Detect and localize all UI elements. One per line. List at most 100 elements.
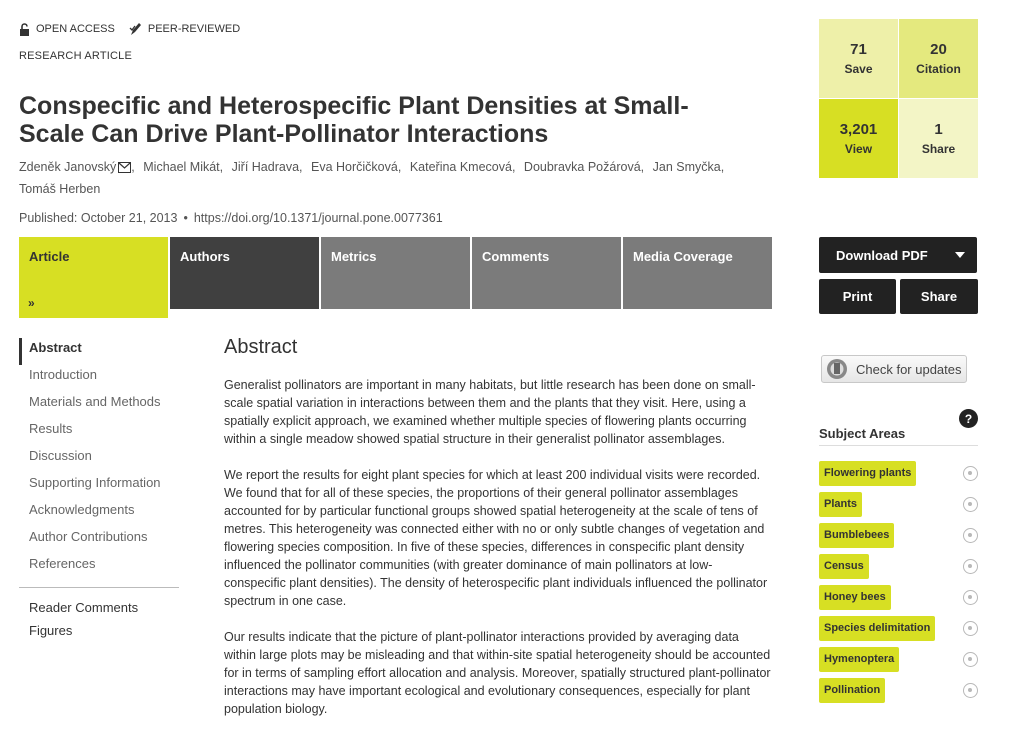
metric-save[interactable]: 71 Save [819,19,898,98]
metric-value: 3,201 [839,121,878,138]
abstract-paragraph: Our results indicate that the picture of… [224,630,771,716]
published-date: Published: October 21, 2013 [19,211,178,225]
pen-check-icon [129,23,141,35]
subject-tag[interactable]: Hymenoptera [819,647,900,672]
subject-tag[interactable]: Flowering plants [819,461,917,486]
tab-media-coverage[interactable]: Media Coverage [623,237,772,309]
subject-areas-list: Flowering plants Plants Bumblebees Censu… [819,461,981,709]
toc-supporting-information[interactable]: Supporting Information [19,473,179,500]
target-icon[interactable] [963,683,978,698]
tab-label: Article [29,249,70,264]
subject-tag[interactable]: Pollination [819,678,886,703]
subject-tag[interactable]: Honey bees [819,585,891,610]
metric-view[interactable]: 3,201 View [819,99,898,178]
check-for-updates-label: Check for updates [856,361,962,377]
toc-abstract[interactable]: Abstract [19,338,179,365]
email-icon[interactable] [118,162,132,173]
toc-author-contributions[interactable]: Author Contributions [19,527,179,554]
subject-item: Pollination [819,678,981,709]
toc-references[interactable]: References [19,554,179,581]
author-name: Michael Mikát [143,160,220,174]
subject-item: Bumblebees [819,523,981,554]
doi-link[interactable]: https://doi.org/10.1371/journal.pone.007… [194,211,443,225]
metric-citation[interactable]: 20 Citation [899,19,978,98]
target-icon[interactable] [963,528,978,543]
abstract-section: Abstract Generalist pollinators are impo… [224,336,772,736]
subject-tag[interactable]: Census [819,554,869,579]
toc-divider [19,587,179,588]
peer-reviewed-label: PEER-REVIEWED [147,23,241,35]
tab-metrics[interactable]: Metrics [321,237,470,309]
subject-item: Flowering plants [819,461,981,492]
author-link[interactable]: Tomáš Herben [19,182,100,196]
abstract-paragraph: Generalist pollinators are important in … [224,378,756,446]
author-name: Jiří Hadrava [231,160,300,174]
double-chevron-down-icon: » [28,296,35,310]
abstract-paragraph: We report the results for eight plant sp… [224,468,768,608]
tab-authors[interactable]: Authors [170,237,319,309]
toc-introduction[interactable]: Introduction [19,365,179,392]
article-type: RESEARCH ARTICLE [19,50,133,62]
author-name: Jan Smyčka [652,160,721,174]
peer-reviewed-badge[interactable]: PEER-REVIEWED [129,22,240,36]
metric-label: Share [921,142,956,156]
tab-label: Authors [180,249,230,264]
target-icon[interactable] [963,559,978,574]
toc-figures[interactable]: Figures [19,621,179,644]
target-icon[interactable] [963,466,978,481]
article-tabs: Article » Authors Metrics Comments Media… [19,237,772,318]
author-list: Zdeněk Janovský, Michael Mikát, Jiří Had… [19,156,779,200]
download-pdf-label: Download PDF [836,247,928,263]
author-link[interactable]: Zdeněk Janovský, [19,160,135,174]
subject-item: Species delimitation [819,616,981,647]
metric-label: View [844,142,873,156]
metric-value: 71 [850,41,867,58]
download-pdf-button[interactable]: Download PDF [819,237,977,273]
metric-label: Citation [916,62,961,76]
metric-value: 20 [930,41,947,58]
toc-results[interactable]: Results [19,419,179,446]
author-name: Zdeněk Janovský [19,160,117,174]
author-link[interactable]: Kateřina Kmecová, [410,160,516,174]
target-icon[interactable] [963,497,978,512]
target-icon[interactable] [963,621,978,636]
abstract-heading: Abstract [224,336,298,358]
unlock-icon [20,22,29,36]
toc-discussion[interactable]: Discussion [19,446,179,473]
author-link[interactable]: Jan Smyčka, [653,160,725,174]
author-name: Tomáš Herben [19,182,101,196]
target-icon[interactable] [963,590,978,605]
toc-materials-methods[interactable]: Materials and Methods [19,392,179,419]
tab-label: Media Coverage [633,249,733,264]
tab-label: Comments [482,249,550,264]
author-link[interactable]: Jiří Hadrava, [232,160,303,174]
subject-tag[interactable]: Species delimitation [819,616,936,641]
article-metrics: 71 Save 20 Citation 3,201 View 1 Share [819,19,978,178]
caret-down-icon[interactable] [955,252,965,258]
share-button[interactable]: Share [900,279,978,314]
access-badges: OPEN ACCESS PEER-REVIEWED [19,22,240,36]
open-access-badge[interactable]: OPEN ACCESS [19,22,115,36]
subject-item: Census [819,554,981,585]
metric-label: Save [844,62,873,76]
target-icon[interactable] [963,652,978,667]
check-for-updates-button[interactable]: Check for updates [821,355,967,383]
author-name: Eva Horčičková [311,160,398,174]
toc-reader-comments[interactable]: Reader Comments [19,598,179,621]
metric-share[interactable]: 1 Share [899,99,978,178]
toc-acknowledgments[interactable]: Acknowledgments [19,500,179,527]
article-title: Conspecific and Heterospecific Plant Den… [19,92,689,148]
author-link[interactable]: Doubravka Požárová, [524,160,644,174]
tab-label: Metrics [331,249,377,264]
tab-comments[interactable]: Comments [472,237,621,309]
open-access-label: OPEN ACCESS [36,23,115,35]
author-link[interactable]: Michael Mikát, [143,160,223,174]
subject-tag[interactable]: Bumblebees [819,523,895,548]
tab-article[interactable]: Article » [19,237,168,318]
print-button[interactable]: Print [819,279,896,314]
crossmark-icon [827,359,847,379]
subject-item: Honey bees [819,585,981,616]
metric-value: 1 [934,121,943,138]
subject-tag[interactable]: Plants [819,492,863,517]
author-link[interactable]: Eva Horčičková, [311,160,401,174]
